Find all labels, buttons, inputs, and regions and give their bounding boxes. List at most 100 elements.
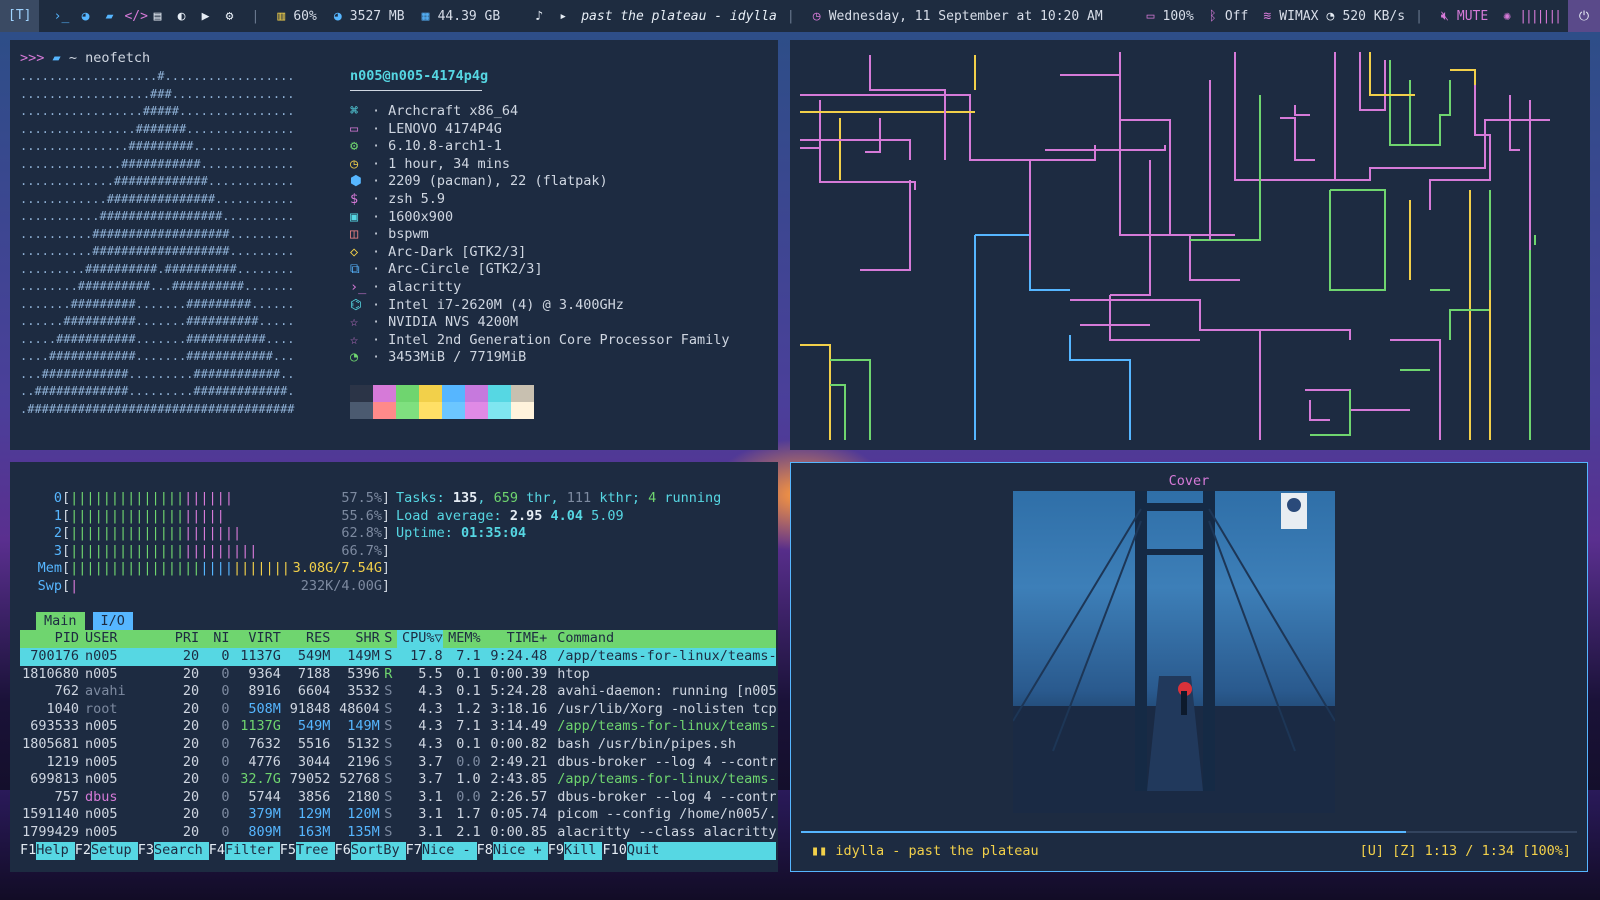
- fkey-label[interactable]: Nice -: [421, 842, 477, 860]
- brightness-bar[interactable]: |||||||: [1519, 9, 1562, 24]
- meter-tick: |: [208, 525, 217, 542]
- color-swatch: [373, 402, 396, 419]
- fkey-f5[interactable]: F5: [279, 842, 297, 860]
- uptime-label: Uptime:: [396, 525, 453, 542]
- workspace-indicator[interactable]: [T]: [0, 0, 40, 32]
- htop-terminal[interactable]: 0 [|||||||||||||||||||| 57.5%] 1 [||||||||||…: [10, 462, 778, 872]
- fkey-f10[interactable]: F10: [602, 842, 627, 860]
- brightness-icon[interactable]: ✺: [1498, 9, 1516, 24]
- bullet: ·: [372, 138, 381, 155]
- table-row[interactable]: 757 dbus 20 0 5744 3856 2180 S 3.1 0.0 2:26.57 dbus…: [20, 789, 776, 807]
- book-icon[interactable]: ▤: [148, 9, 166, 24]
- meter-tick: |: [151, 542, 160, 559]
- neofetch-terminal[interactable]: >>> ▰ ~ neofetch ...................#...…: [10, 40, 778, 450]
- table-cell: 20: [182, 771, 200, 788]
- wifi-icon[interactable]: ≋: [1258, 9, 1276, 24]
- table-row[interactable]: 762 avahi 20 0 8916 6604 3532 S 4.3 0.1 5:24.28 ava…: [20, 683, 776, 701]
- meter-tick: |: [118, 542, 128, 559]
- fkey-f1[interactable]: F1: [20, 842, 37, 860]
- table-cell: S: [384, 823, 393, 840]
- column-header[interactable]: VIRT: [230, 630, 281, 648]
- column-header[interactable]: Command: [547, 630, 776, 648]
- table-row[interactable]: 699813 n005 20 0 32.7G 79052 52768 S 3.7 1.0 2:43.…: [20, 771, 776, 789]
- meter-tick: |: [151, 507, 160, 524]
- fkey-label[interactable]: Quit: [626, 842, 666, 860]
- fkey-label[interactable]: SortBy: [350, 842, 406, 860]
- music-player[interactable]: Cover ▮▮ idylla - past the plateau [U] […: [790, 462, 1588, 872]
- fkey-f9[interactable]: F9: [547, 842, 564, 860]
- tab-io[interactable]: I/O: [92, 612, 133, 630]
- terminal-icon[interactable]: ›_: [52, 9, 70, 24]
- fkey-f3[interactable]: F3: [137, 842, 154, 860]
- chat-icon[interactable]: ◐: [172, 9, 190, 24]
- tab-main[interactable]: Main: [36, 612, 85, 630]
- column-header[interactable]: SHR: [330, 630, 379, 648]
- table-row[interactable]: 700176 n005 20 0 1137G 549M 149M S 17.8 7.1 9:24.4…: [20, 648, 776, 666]
- bluetooth-icon[interactable]: ᛒ: [1204, 9, 1222, 24]
- top-bar: [T] ›_ ◕ ▰ </> ▤ ◐ ▶ ⚙ | ▥ 60% ◕ 3527 MB…: [0, 0, 1600, 32]
- table-row[interactable]: 693533 n005 20 0 1137G 549M 149M S 4.3 7.1 3:14.49…: [20, 718, 776, 736]
- meter-tick: |: [241, 542, 250, 559]
- song-title[interactable]: past the plateau - idylla: [581, 9, 777, 24]
- datetime[interactable]: Wednesday, 11 September at 10:20 AM: [829, 9, 1103, 24]
- fkey-f6[interactable]: F6: [334, 842, 351, 860]
- load-1min: 2.95: [509, 507, 543, 524]
- package-icon: ⬢: [350, 173, 362, 190]
- play-icon[interactable]: ▸: [554, 9, 572, 24]
- meter-tick: |: [143, 542, 152, 559]
- volume-percent: [100%]: [1522, 843, 1571, 859]
- power-button[interactable]: ⏻: [1568, 0, 1600, 32]
- fkey-label[interactable]: Tree: [296, 842, 335, 860]
- fkey-f4[interactable]: F4: [208, 842, 225, 860]
- fkey-f8[interactable]: F8: [476, 842, 493, 860]
- fkey-label[interactable]: Kill: [563, 842, 603, 860]
- fkey-label[interactable]: Nice +: [492, 842, 548, 860]
- mem-meter: Mem [||||||||||||||||||||||||||| 3.08G/7.5…: [26, 560, 390, 578]
- bullet: ·: [372, 155, 381, 172]
- fkey-f7[interactable]: F7: [405, 842, 422, 860]
- table-row[interactable]: 1799429 n005 20 0 809M 163M 135M S 3.1 2.1 0:00.85…: [20, 824, 776, 842]
- table-cell: 135M: [347, 823, 380, 840]
- youtube-icon[interactable]: ▶: [196, 9, 214, 24]
- table-row[interactable]: 1810680 n005 20 0 9364 7188 5396 R 5.5 0.1 0:00.39…: [20, 666, 776, 684]
- image-icon: ▣: [350, 208, 359, 225]
- pipes-terminal[interactable]: [790, 40, 1590, 450]
- table-cell: 1591140: [22, 806, 79, 823]
- column-header[interactable]: NI: [199, 630, 229, 648]
- fkey-label[interactable]: Search: [153, 842, 209, 860]
- meter-tick: |: [200, 560, 209, 577]
- meter-tick: |: [167, 560, 176, 577]
- info-row: ›_ · alacritty: [350, 279, 730, 297]
- column-header[interactable]: CPU%▽: [396, 630, 443, 648]
- code-icon[interactable]: </>: [124, 9, 147, 24]
- playback-progress-bar[interactable]: [801, 831, 1577, 833]
- mute-icon[interactable]: 🔇︎: [1436, 9, 1454, 24]
- column-header[interactable]: RES: [281, 630, 330, 648]
- column-header[interactable]: S: [380, 630, 397, 648]
- gear-icon[interactable]: ⚙: [220, 9, 238, 24]
- fkey-f2[interactable]: F2: [74, 842, 92, 860]
- drop-icon: ◇: [350, 243, 359, 260]
- table-row[interactable]: 1219 n005 20 0 4776 3044 2196 S 3.7 0.0 2:49.21 dbu…: [20, 754, 776, 772]
- pipe-segment: [1309, 400, 1330, 421]
- fkey-label[interactable]: Setup: [91, 842, 138, 860]
- fkey-label[interactable]: Filter: [225, 842, 280, 860]
- firefox-icon[interactable]: ◕: [76, 9, 94, 24]
- meter-tick: |: [151, 560, 160, 577]
- table-row[interactable]: 1040 root 20 0 508M 91848 48604 S 4.3 1.2 3:18.16 /…: [20, 701, 776, 719]
- column-header[interactable]: MEM%: [443, 630, 481, 648]
- column-header[interactable]: PID: [20, 630, 79, 648]
- fkey-label[interactable]: Help: [36, 842, 75, 860]
- table-cell: S: [384, 700, 393, 717]
- column-header[interactable]: TIME+: [481, 630, 548, 648]
- table-cell: n005: [84, 648, 118, 664]
- folder-icon[interactable]: ▰: [100, 9, 118, 24]
- meter-tick: |: [94, 525, 103, 542]
- column-header[interactable]: PRI: [161, 630, 199, 648]
- pause-icon[interactable]: ▮▮: [811, 843, 827, 859]
- meter-tick: |: [70, 577, 79, 594]
- table-cell: 1137G: [240, 718, 281, 735]
- column-header[interactable]: USER: [79, 630, 161, 648]
- table-row[interactable]: 1591140 n005 20 0 379M 129M 120M S 3.1 1.7 0:05.74…: [20, 806, 776, 824]
- table-row[interactable]: 1805681 n005 20 0 7632 5516 5132 S 4.3 0.1 0:00.82…: [20, 736, 776, 754]
